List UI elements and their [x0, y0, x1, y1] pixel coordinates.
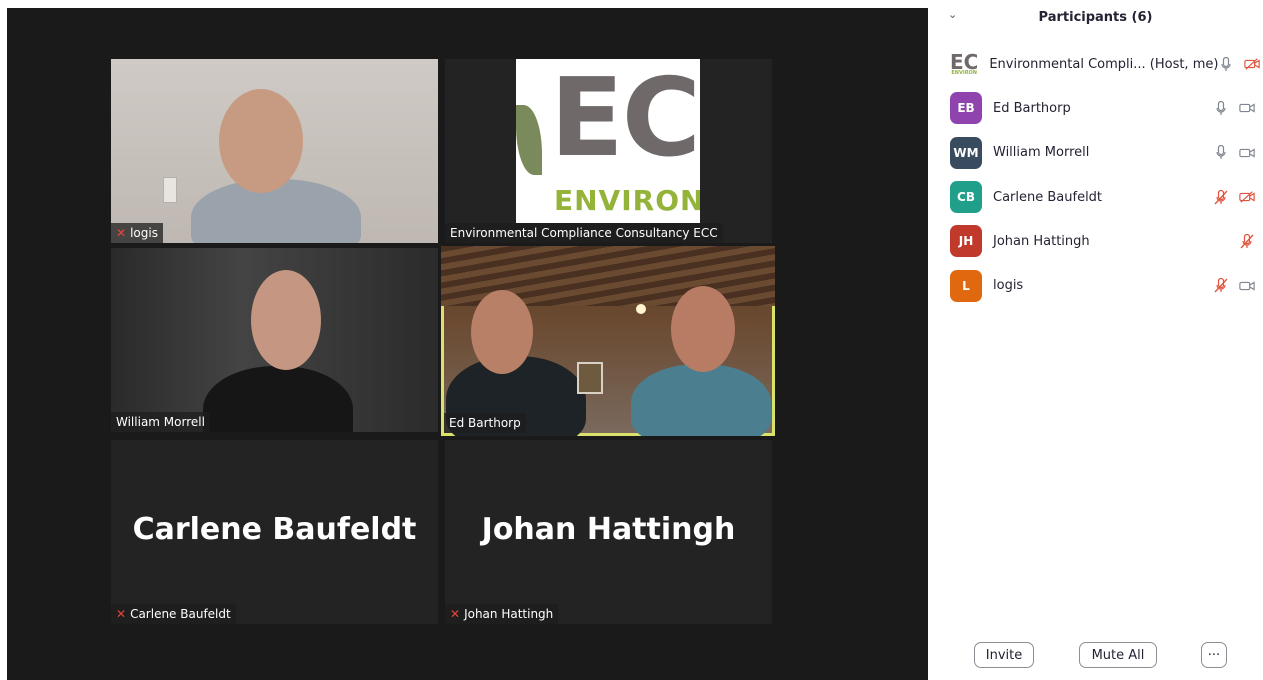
mic-muted-icon: ✕: [116, 226, 127, 240]
avatar: JH: [950, 225, 982, 258]
participant-row[interactable]: WM William Morrell: [928, 131, 1263, 175]
participant-head: [471, 290, 533, 374]
participant-head: [671, 286, 735, 372]
participant-row[interactable]: EC ENVIRON Environmental Compli... (Host,…: [928, 42, 1263, 86]
participant-row[interactable]: CB Carlene Baufeldt: [928, 175, 1263, 219]
participant-name: Johan Hattingh: [993, 233, 1090, 249]
video-name-tag: Ed Barthorp: [444, 413, 526, 433]
video-name-label: William Morrell: [116, 415, 205, 429]
logo-environ-text: ENVIRON: [554, 184, 700, 217]
participant-status: [1207, 189, 1255, 205]
avatar: L: [950, 269, 982, 302]
mute-all-button[interactable]: Mute All: [1079, 642, 1157, 668]
video-tile-ecc[interactable]: EC ENVIRON Environmental Compliance Cons…: [445, 59, 772, 243]
participant-row[interactable]: L logis: [928, 263, 1263, 307]
mic-muted-icon: ✕: [450, 607, 461, 621]
participant-status: [1207, 278, 1255, 293]
participant-head: [219, 89, 303, 193]
display-name: Carlene Baufeldt: [132, 512, 417, 547]
participant-status: [1207, 100, 1255, 116]
participant-row[interactable]: JH Johan Hattingh: [928, 219, 1263, 263]
video-name-tag: ✕ Johan Hattingh: [445, 604, 559, 624]
wall-picture: [577, 362, 603, 394]
video-gallery: ✕ logis EC ENVIRON Environmental Complia…: [7, 8, 928, 680]
participant-head: [251, 270, 321, 370]
avatar: EC ENVIRON: [950, 49, 979, 76]
avatar: CB: [950, 181, 982, 214]
participant-video: [631, 364, 771, 436]
video-name-label: Carlene Baufeldt: [130, 607, 231, 621]
mic-icon: [1218, 56, 1234, 72]
panel-title: Participants (6): [1038, 9, 1153, 25]
logo-ec-text: EC: [550, 59, 700, 181]
invite-button[interactable]: Invite: [974, 642, 1034, 668]
video-name-label: Environmental Compliance Consultancy ECC: [450, 226, 718, 240]
zoom-meeting-window: ✕ logis EC ENVIRON Environmental Complia…: [0, 0, 1263, 680]
light-switch: [163, 177, 177, 203]
video-name-label: Ed Barthorp: [449, 416, 521, 430]
panel-footer: Invite Mute All ···: [928, 634, 1263, 680]
participant-status: [1207, 145, 1255, 160]
video-tile-ed-barthorp[interactable]: Ed Barthorp: [441, 246, 775, 436]
mic-icon: [1213, 145, 1229, 160]
video-off-icon: [1244, 57, 1261, 71]
video-tile-logis[interactable]: ✕ logis: [111, 59, 438, 243]
participant-video: [203, 366, 353, 432]
avatar: EB: [950, 92, 982, 125]
video-tile-william-morrell[interactable]: William Morrell: [111, 248, 438, 432]
participant-name: Carlene Baufeldt: [993, 189, 1103, 205]
video-tile-carlene-baufeldt[interactable]: Carlene Baufeldt ✕ Carlene Baufeldt: [111, 440, 438, 624]
participants-panel: ⌄ Participants (6) EC ENVIRON Environment…: [928, 0, 1263, 680]
participant-status: [1218, 56, 1261, 72]
ceiling-light: [636, 304, 646, 314]
mic-muted-icon: [1213, 278, 1229, 293]
video-name-tag: ✕ Carlene Baufeldt: [111, 604, 236, 624]
mic-muted-icon: [1213, 189, 1229, 205]
video-icon: [1239, 279, 1255, 293]
mic-icon: [1213, 100, 1229, 116]
video-icon: [1239, 146, 1255, 160]
participant-name: Ed Barthorp: [993, 100, 1071, 116]
participant-row[interactable]: EB Ed Barthorp: [928, 86, 1263, 130]
participant-name: Environmental Compli... (Host, me): [989, 56, 1219, 72]
participant-name: logis: [993, 278, 1024, 294]
video-off-icon: [1239, 190, 1255, 204]
avatar: WM: [950, 136, 982, 169]
participant-list: EC ENVIRON Environmental Compli... (Host,…: [928, 42, 1263, 308]
video-name-tag: Environmental Compliance Consultancy ECC: [445, 223, 723, 243]
ecc-logo: EC ENVIRON: [516, 59, 700, 223]
video-tile-johan-hattingh[interactable]: Johan Hattingh ✕ Johan Hattingh: [445, 440, 772, 624]
video-name-label: Johan Hattingh: [464, 607, 554, 621]
more-options-button[interactable]: ···: [1201, 642, 1227, 668]
participant-status: [1207, 233, 1255, 249]
leaf-icon: [516, 105, 542, 175]
mic-muted-icon: ✕: [116, 607, 127, 621]
video-icon: [1239, 101, 1255, 115]
video-name-tag: William Morrell: [111, 412, 210, 432]
participant-name: William Morrell: [993, 145, 1090, 161]
display-name: Johan Hattingh: [481, 512, 736, 547]
video-name-label: logis: [130, 226, 158, 240]
panel-header: ⌄ Participants (6): [928, 0, 1263, 34]
chevron-down-icon[interactable]: ⌄: [948, 8, 957, 21]
mic-muted-icon: [1239, 233, 1255, 249]
video-name-tag: ✕ logis: [111, 223, 163, 243]
